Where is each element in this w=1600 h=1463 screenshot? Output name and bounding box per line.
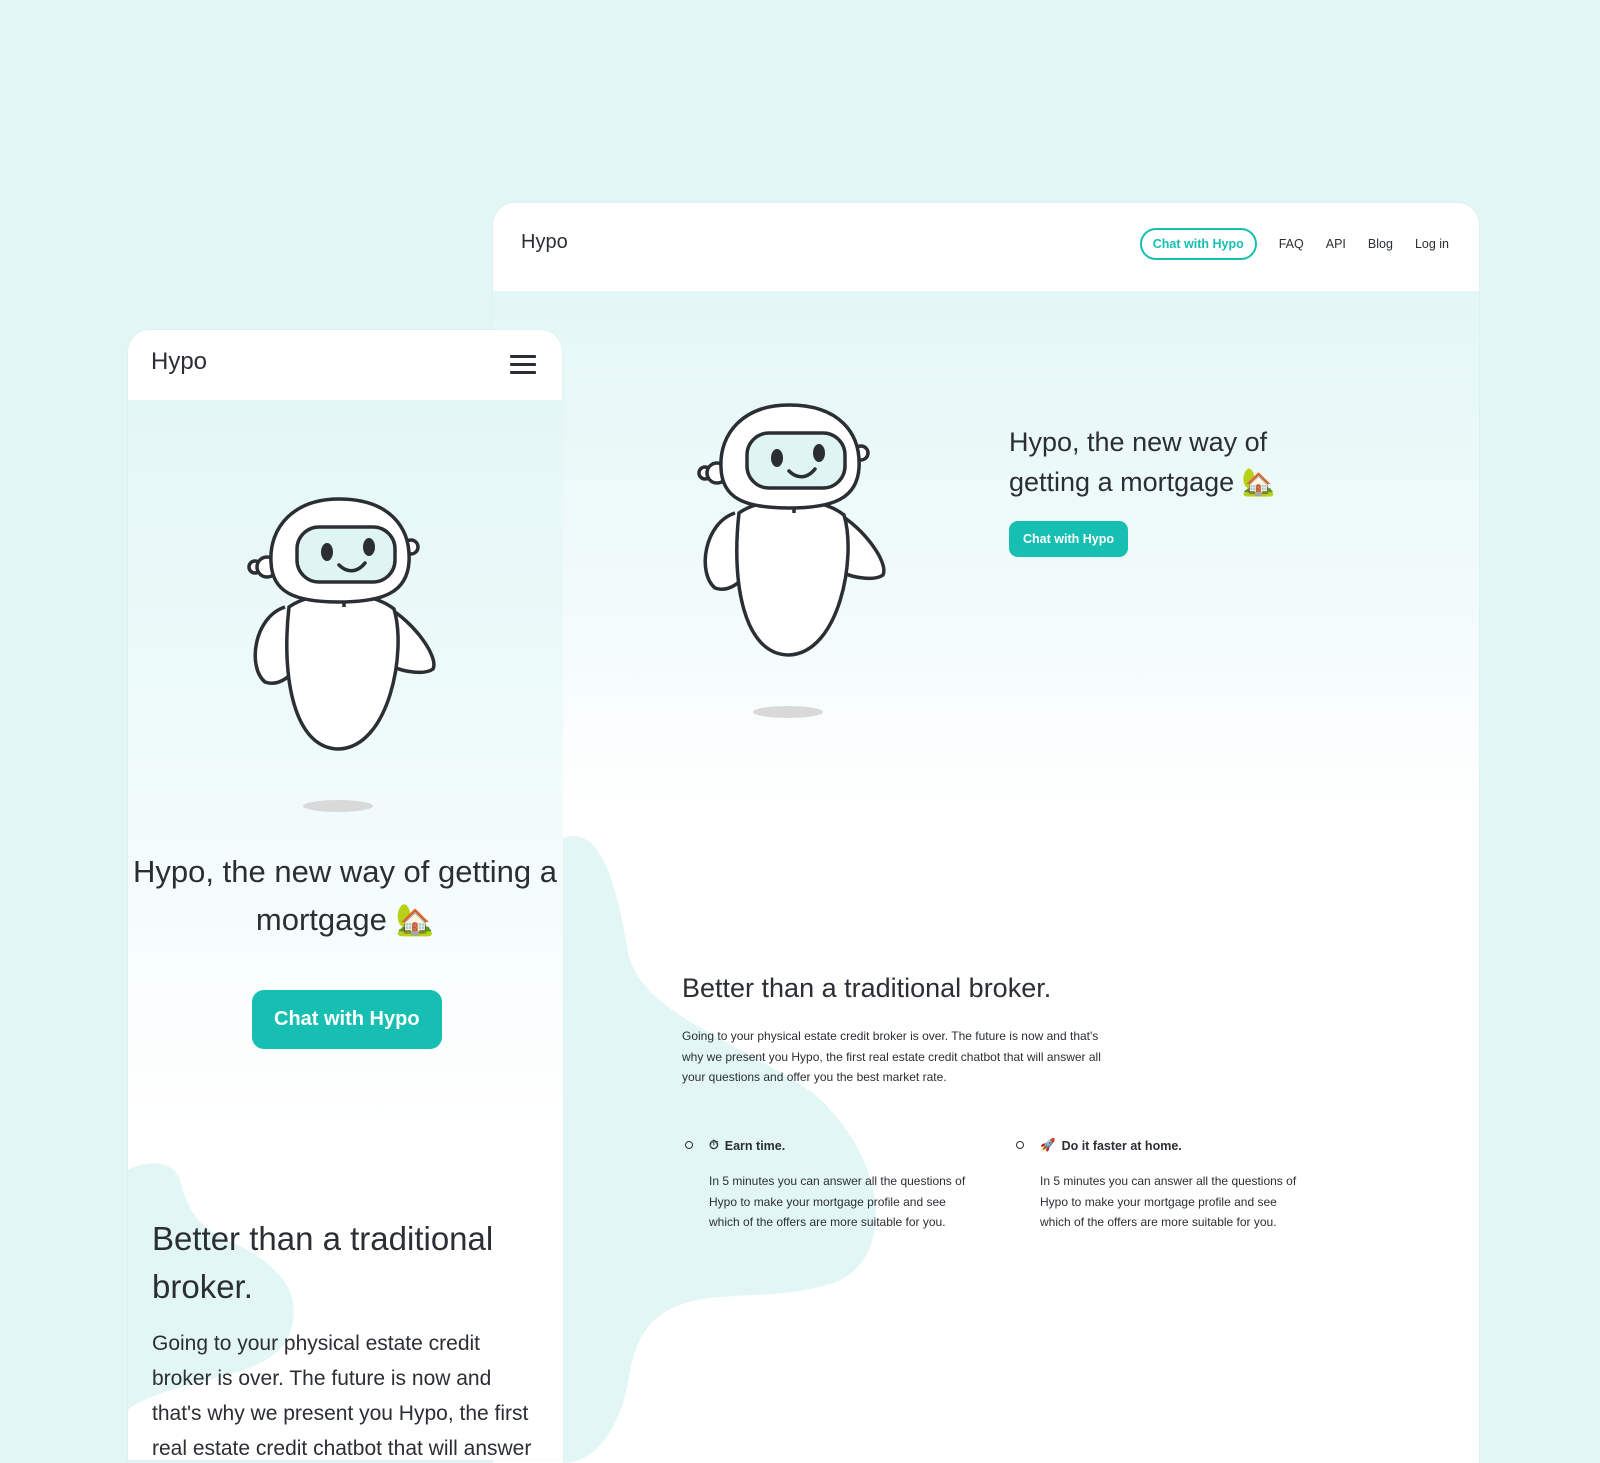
bullet-icon — [1016, 1141, 1024, 1149]
section-text: Going to your physical estate credit bro… — [682, 1029, 1101, 1084]
nav-link-login[interactable]: Log in — [1415, 237, 1449, 251]
feature-faster-at-home: 🚀 Do it faster at home. In 5 minutes you… — [1016, 1138, 1310, 1233]
desktop-mockup: Hypo Chat with Hypo FAQ API Blog Log in … — [493, 203, 1479, 1463]
rocket-icon: 🚀 — [1040, 1138, 1056, 1152]
hero-headline: Hypo, the new way of getting a mortgage … — [1009, 427, 1276, 497]
feature-title: Do it faster at home. — [1061, 1138, 1182, 1153]
nav-link-faq[interactable]: FAQ — [1279, 237, 1304, 251]
nav-link-api[interactable]: API — [1326, 237, 1346, 251]
nav-link-blog[interactable]: Blog — [1368, 237, 1393, 251]
feature-title: Earn time. — [724, 1138, 786, 1153]
feature-text: In 5 minutes you can answer all the ques… — [1040, 1174, 1297, 1229]
hero-chat-button[interactable]: Chat with Hypo — [1009, 521, 1128, 557]
stopwatch-icon: ⏱ — [709, 1138, 719, 1152]
mobile-navbar: Hypo — [128, 330, 562, 400]
section-text: Going to your physical estate credit bro… — [152, 1332, 532, 1460]
mobile-mockup: Hypo Hypo, the new way of getting a mort… — [128, 330, 562, 1460]
bullet-icon — [685, 1141, 693, 1149]
section-title: Better than a traditional broker. — [152, 1220, 494, 1305]
nav-links: Chat with Hypo FAQ API Blog Log in — [1139, 228, 1449, 260]
robot-illustration — [697, 403, 886, 718]
nav-chat-button[interactable]: Chat with Hypo — [1139, 228, 1257, 260]
hamburger-icon[interactable] — [510, 355, 536, 375]
feature-text: In 5 minutes you can answer all the ques… — [709, 1174, 966, 1229]
logo[interactable]: Hypo — [151, 348, 207, 376]
feature-earn-time: ⏱ Earn time. In 5 minutes you can answer… — [685, 1138, 979, 1233]
robot-illustration — [247, 497, 436, 812]
hero-headline: Hypo, the new way of getting a mortgage … — [133, 854, 557, 937]
logo[interactable]: Hypo — [521, 231, 568, 254]
hero-chat-button[interactable]: Chat with Hypo — [252, 990, 442, 1049]
desktop-navbar: Hypo Chat with Hypo FAQ API Blog Log in — [493, 203, 1479, 291]
desktop-hero — [493, 291, 1479, 811]
section-title: Better than a traditional broker. — [682, 973, 1052, 1003]
